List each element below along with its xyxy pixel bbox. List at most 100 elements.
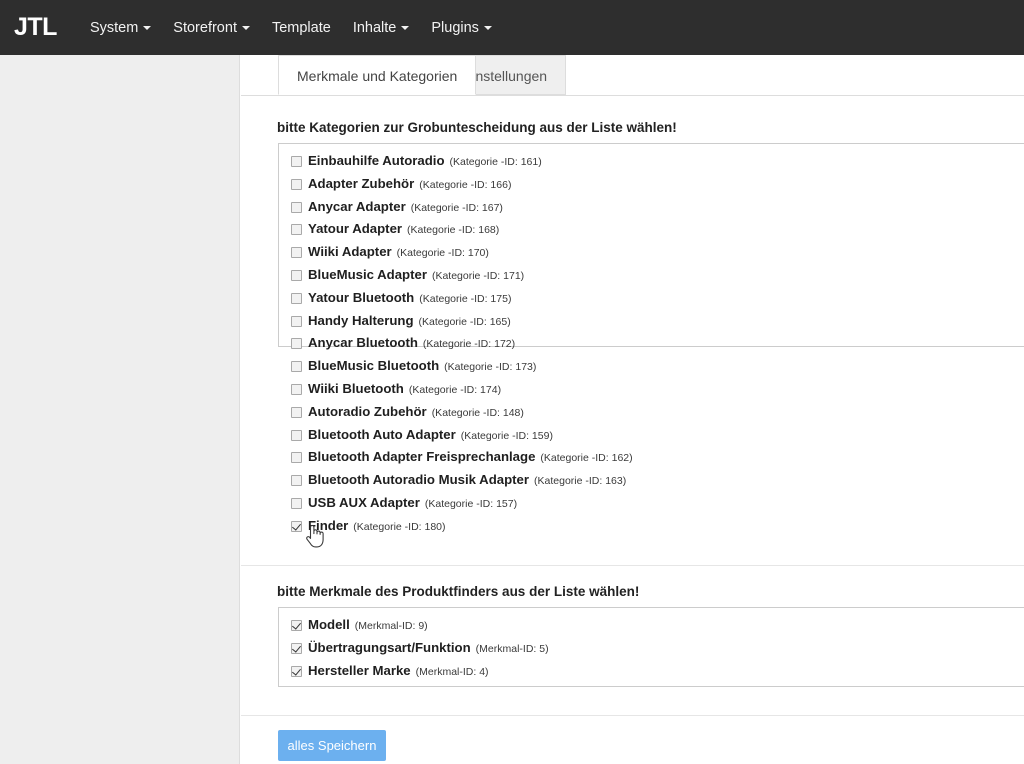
checkbox-unchecked-icon[interactable] xyxy=(291,224,302,236)
nav-item-label: Storefront xyxy=(173,19,237,36)
checkbox-row[interactable]: Wiiki Adapter (Kategorie -ID: 170) xyxy=(279,244,1024,267)
checkbox-label[interactable]: Yatour Bluetooth xyxy=(308,290,414,305)
checkbox-id-text: (Merkmal-ID: 4) xyxy=(415,665,489,678)
checkbox-row[interactable]: Anycar Bluetooth (Kategorie -ID: 172) xyxy=(279,335,1024,358)
checkbox-row[interactable]: Wiiki Bluetooth (Kategorie -ID: 174) xyxy=(279,381,1024,404)
checkbox-id-text: (Kategorie -ID: 166) xyxy=(419,178,512,191)
checkbox-unchecked-icon[interactable] xyxy=(291,315,302,327)
nav-item-label: Plugins xyxy=(431,19,479,36)
checkbox-unchecked-icon[interactable] xyxy=(291,383,302,395)
checkbox-unchecked-icon[interactable] xyxy=(291,406,302,418)
checkbox-row[interactable]: Bluetooth Autoradio Musik Adapter (Katego… xyxy=(279,472,1024,495)
chevron-down-icon xyxy=(483,25,492,30)
merkmale-heading: bitte Merkmale des Produktfinders aus de… xyxy=(277,584,640,599)
navbar-menu: System Storefront Template Inhalte Plugins xyxy=(79,14,503,42)
checkbox-row[interactable]: Bluetooth Adapter Freisprechanlage (Kateg… xyxy=(279,449,1024,472)
checkbox-label[interactable]: Modell xyxy=(308,617,350,632)
nav-item-label: System xyxy=(89,19,139,36)
checkbox-id-text: (Kategorie -ID: 157) xyxy=(424,497,518,510)
checkbox-row[interactable]: Yatour Adapter (Kategorie -ID: 168) xyxy=(279,221,1024,244)
checkbox-row[interactable]: Bluetooth Auto Adapter (Kategorie -ID: 15… xyxy=(279,427,1024,450)
checkbox-row[interactable]: Autoradio Zubehör (Kategorie -ID: 148) xyxy=(279,404,1024,427)
checkbox-checked-icon[interactable] xyxy=(291,665,302,677)
checkbox-label[interactable]: BlueMusic Adapter xyxy=(308,267,427,282)
checkbox-id-text: (Kategorie -ID: 175) xyxy=(419,292,512,305)
checkbox-id-text: (Kategorie -ID: 161) xyxy=(449,156,542,168)
checkbox-unchecked-icon[interactable] xyxy=(291,475,302,487)
checkbox-row[interactable]: USB AUX Adapter (Kategorie -ID: 157) xyxy=(279,495,1024,518)
checkbox-unchecked-icon[interactable] xyxy=(291,452,302,464)
checkbox-id-text: (Kategorie -ID: 148) xyxy=(431,406,524,419)
nav-item-label: Template xyxy=(271,19,331,36)
checkbox-label[interactable]: BlueMusic Bluetooth xyxy=(308,358,439,373)
categories-checkbox-panel: Einbauhilfe Autoradio (Kategorie -ID: 161… xyxy=(278,143,1024,533)
checkbox-label[interactable]: Bluetooth Auto Adapter xyxy=(308,427,456,442)
checkbox-unchecked-icon[interactable] xyxy=(291,269,302,281)
save-all-button[interactable]: alles Speichern xyxy=(278,730,386,761)
checkbox-unchecked-icon[interactable] xyxy=(291,178,302,190)
checkbox-label[interactable]: Finder xyxy=(308,518,348,533)
checkbox-row[interactable]: Übertragungsart/Funktion (Merkmal-ID: 5) xyxy=(279,640,1024,663)
checkbox-id-text: (Kategorie -ID: 167) xyxy=(410,201,503,214)
checkbox-row[interactable]: Handy Halterung (Kategorie -ID: 165) xyxy=(279,313,1024,336)
tab-merkmale-und-kategorien[interactable]: Merkmale und Kategorien xyxy=(278,55,477,95)
nav-item-inhalte[interactable]: Inhalte xyxy=(342,14,421,42)
checkbox-id-text: (Kategorie -ID: 171) xyxy=(431,269,525,282)
checkbox-label[interactable]: Übertragungsart/Funktion xyxy=(308,640,471,655)
merkmale-checkbox-panel: Modell (Merkmal-ID: 9) Übertragungsart/Fun… xyxy=(278,607,1024,687)
nav-item-plugins[interactable]: Plugins xyxy=(420,14,503,42)
checkbox-id-text: (Kategorie -ID: 174) xyxy=(408,383,502,396)
checkbox-id-text: (Kategorie -ID: 162) xyxy=(540,452,633,465)
checkbox-unchecked-icon[interactable] xyxy=(291,361,302,373)
checkbox-checked-icon[interactable] xyxy=(291,620,302,631)
checkbox-label[interactable]: Handy Halterung xyxy=(308,313,414,328)
checkbox-checked-icon[interactable] xyxy=(291,520,302,532)
checkbox-label[interactable]: Yatour Adapter xyxy=(308,221,402,236)
checkbox-label[interactable]: Einbauhilfe Autoradio xyxy=(308,153,445,168)
checkbox-row[interactable]: Einbauhilfe Autoradio (Kategorie -ID: 161… xyxy=(279,153,1024,176)
checkbox-id-text: (Kategorie -ID: 168) xyxy=(407,224,500,237)
checkbox-label[interactable]: Wiiki Bluetooth xyxy=(308,381,404,396)
nav-item-storefront[interactable]: Storefront xyxy=(162,14,261,42)
checkbox-row[interactable]: Yatour Bluetooth (Kategorie -ID: 175) xyxy=(279,290,1024,313)
checkbox-row[interactable]: Hersteller Marke (Merkmal-ID: 4) xyxy=(279,663,1024,686)
checkbox-row[interactable]: Modell (Merkmal-ID: 9) xyxy=(279,617,1024,640)
top-navbar: JTL System Storefront Template Inhalte Plugi… xyxy=(0,0,1024,55)
footer-divider xyxy=(241,715,1024,716)
nav-item-template[interactable]: Template xyxy=(261,14,342,42)
checkbox-unchecked-icon[interactable] xyxy=(291,497,302,509)
checkbox-label[interactable]: USB AUX Adapter xyxy=(308,495,420,510)
checkbox-checked-icon[interactable] xyxy=(291,642,302,654)
checkbox-label[interactable]: Adapter Zubehör xyxy=(308,176,414,191)
checkbox-label[interactable]: Wiiki Adapter xyxy=(308,244,392,259)
section-divider xyxy=(241,565,1024,566)
checkbox-label[interactable]: Autoradio Zubehör xyxy=(308,404,427,419)
checkbox-id-text: (Kategorie -ID: 163) xyxy=(534,475,627,488)
checkbox-label[interactable]: Bluetooth Adapter Freisprechanlage xyxy=(308,449,535,464)
nav-item-system[interactable]: System xyxy=(79,14,162,42)
checkbox-label[interactable]: Bluetooth Autoradio Musik Adapter xyxy=(308,472,529,487)
checkbox-unchecked-icon[interactable] xyxy=(291,338,302,350)
checkbox-row[interactable]: BlueMusic Adapter (Kategorie -ID: 171) xyxy=(279,267,1024,290)
checkbox-unchecked-icon[interactable] xyxy=(291,156,302,167)
checkbox-id-text: (Merkmal-ID: 5) xyxy=(475,642,549,655)
checkbox-unchecked-icon[interactable] xyxy=(291,247,302,259)
checkbox-unchecked-icon[interactable] xyxy=(291,292,302,304)
checkbox-row[interactable]: Finder (Kategorie -ID: 180) xyxy=(279,518,1024,541)
checkbox-unchecked-icon[interactable] xyxy=(291,201,302,213)
left-sidebar xyxy=(0,55,240,764)
checkbox-row[interactable]: BlueMusic Bluetooth (Kategorie -ID: 173) xyxy=(279,358,1024,381)
tab-strip: Merkmale und Kategorien Einstellungen xyxy=(241,55,1024,96)
checkbox-id-text: (Merkmal-ID: 9) xyxy=(354,620,428,632)
checkbox-id-text: (Kategorie -ID: 170) xyxy=(396,247,489,260)
checkbox-label[interactable]: Anycar Bluetooth xyxy=(308,335,418,350)
checkbox-row[interactable]: Adapter Zubehör (Kategorie -ID: 166) xyxy=(279,176,1024,199)
tab-label: Merkmale und Kategorien xyxy=(297,68,458,84)
checkbox-label[interactable]: Hersteller Marke xyxy=(308,663,411,678)
checkbox-label[interactable]: Anycar Adapter xyxy=(308,199,406,214)
jtl-logo[interactable]: JTL xyxy=(14,15,57,40)
nav-item-label: Inhalte xyxy=(352,19,397,36)
checkbox-row[interactable]: Anycar Adapter (Kategorie -ID: 167) xyxy=(279,199,1024,222)
checkbox-unchecked-icon[interactable] xyxy=(291,429,302,441)
checkbox-id-text: (Kategorie -ID: 165) xyxy=(418,315,511,328)
